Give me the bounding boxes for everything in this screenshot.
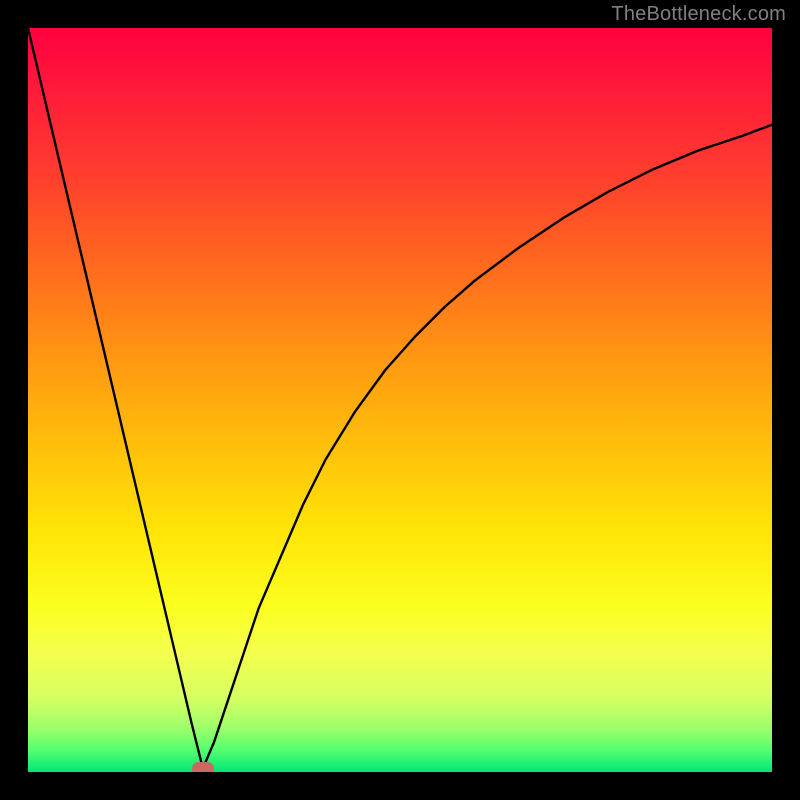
chart-frame: TheBottleneck.com bbox=[0, 0, 800, 800]
plot-area bbox=[28, 28, 772, 772]
optimum-marker bbox=[192, 762, 214, 772]
bottleneck-curve bbox=[28, 28, 772, 772]
watermark-text: TheBottleneck.com bbox=[611, 3, 786, 26]
